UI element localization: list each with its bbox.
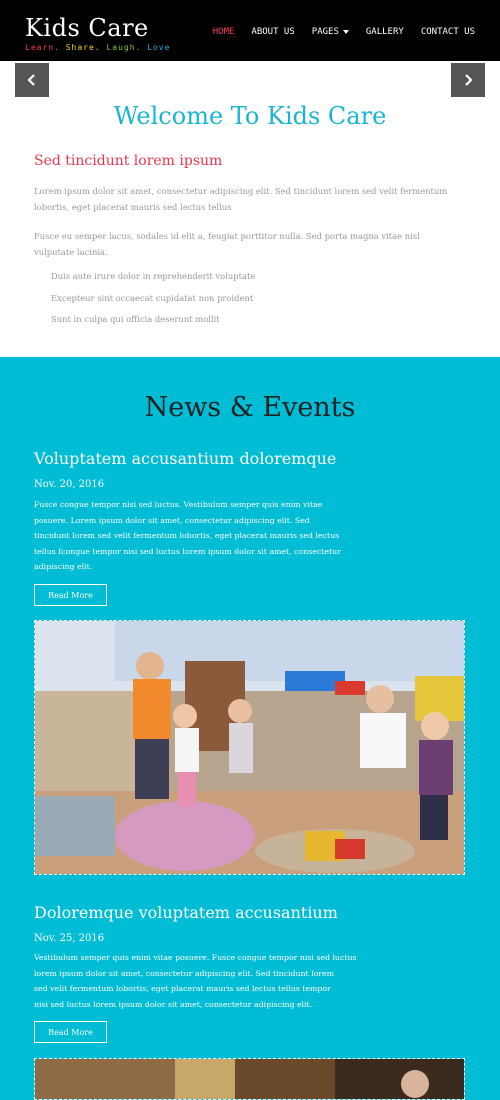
news-photo (34, 1058, 465, 1100)
body-line: lorem ipsum dolor sit amet, consectetur … (34, 968, 335, 978)
nav-about-us[interactable]: ABOUT US (251, 26, 294, 38)
list-item: Excepteur sint occaecat cupidatat non pr… (51, 292, 254, 303)
slider-prev-button[interactable] (15, 63, 49, 97)
nav-pages[interactable]: PAGES (312, 26, 349, 38)
nav-label: PAGES (311, 27, 339, 37)
body-line: adipiscing elit. (34, 562, 93, 571)
list-item: Sunt in culpa qui officia deserunt molli… (51, 314, 220, 324)
para-line: vulputate lacinia. (34, 247, 108, 257)
news-item-body: Vestibulum semper quis enim vitae posuer… (34, 950, 384, 1012)
para-line: Fusce eu semper lacus, sodales id elit a… (34, 231, 420, 241)
slider-next-button[interactable] (451, 63, 485, 97)
body-line: tellus fcongue tempor nisi sed luctus lo… (34, 546, 341, 556)
main-nav: HOME ABOUT US PAGES GALLERY CONTACT US (213, 26, 475, 38)
news-item-body: Fusce congue tempor nisi sed luctus. Ves… (34, 497, 384, 575)
body-line: nisi sed luctus lorem ipsum dolor sit am… (34, 999, 313, 1009)
nav-label: GALLERY (365, 27, 404, 37)
news-item-date: Nov. 20, 2016 (34, 479, 105, 490)
nav-label: ABOUT US (251, 27, 295, 37)
news-photo (34, 620, 465, 875)
site-header: Kids Care Learn. Share. Laugh. Love HOME… (0, 0, 500, 61)
news-item-title[interactable]: Voluptatem accusantium doloremque (34, 449, 336, 469)
caret-down-icon (342, 30, 349, 34)
welcome-paragraph-1: Lorem ipsum dolor sit amet, consectetur … (34, 183, 464, 215)
site-tagline: Learn. Share. Laugh. Love (25, 43, 170, 53)
nav-label: HOME (212, 27, 235, 37)
nav-contact-us[interactable]: CONTACT US (421, 26, 475, 38)
news-title: News & Events (144, 392, 356, 423)
tagline-word: Love (141, 43, 171, 52)
classroom-photo (35, 621, 464, 874)
nav-home[interactable]: HOME (213, 26, 235, 38)
read-more-button[interactable]: Read More (34, 1021, 107, 1043)
nav-gallery[interactable]: GALLERY (366, 26, 404, 38)
list-item: Duis aute irure dolor in reprehenderit v… (51, 271, 256, 281)
welcome-subtitle: Sed tincidunt lorem ipsum (34, 153, 223, 169)
welcome-title: Welcome To Kids Care (113, 102, 387, 130)
news-item-title[interactable]: Doloremque voluptatem accusantium (34, 903, 338, 923)
body-line: Vestibulum semper quis enim vitae posuer… (34, 953, 357, 962)
welcome-list: Duis aute irure dolor in reprehenderit v… (51, 266, 255, 331)
site-logo[interactable]: Kids Care (25, 14, 149, 42)
welcome-paragraph-2: Fusce eu semper lacus, sodales id elit a… (34, 228, 464, 260)
tagline-word: Laugh. (100, 43, 142, 52)
nav-label: CONTACT US (420, 27, 475, 37)
body-line: sed velit fermentum lobortis, eget place… (34, 984, 331, 993)
chevron-right-icon (465, 74, 473, 86)
body-line: posuere. Lorem ipsum dolor sit amet, con… (34, 515, 310, 525)
classroom-photo (35, 1059, 464, 1099)
body-line: tincidunt lorem sed velit fermentum lobo… (34, 531, 340, 540)
body-line: Fusce congue tempor nisi sed luctus. Ves… (34, 500, 323, 509)
tagline-word: Learn. (25, 43, 60, 52)
read-more-button[interactable]: Read More (34, 584, 107, 606)
tagline-word: Share. (59, 43, 101, 52)
news-item-date: Nov. 25, 2016 (34, 933, 105, 944)
chevron-left-icon (27, 74, 35, 86)
para-line: lobortis, eget placerat mauris sed lectu… (34, 202, 232, 212)
para-line: Lorem ipsum dolor sit amet, consectetur … (34, 186, 448, 196)
